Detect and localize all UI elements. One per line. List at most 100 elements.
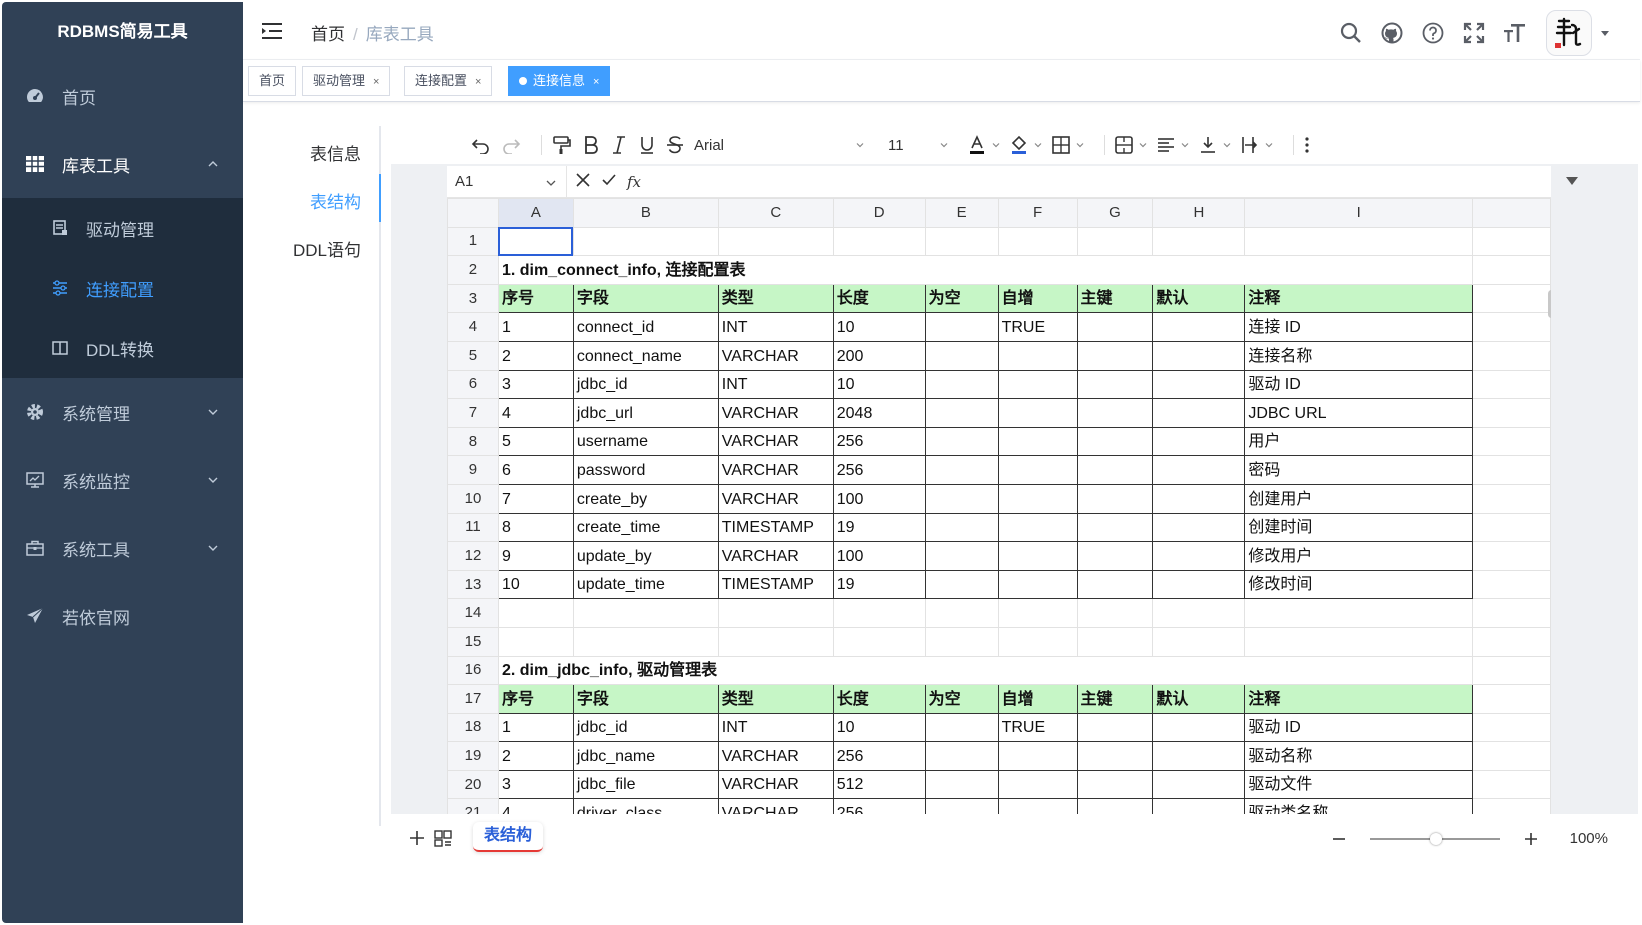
data-cell[interactable]: 7 [497, 483, 574, 514]
data-cell[interactable] [997, 769, 1078, 800]
font-size-icon[interactable] [1502, 20, 1528, 46]
empty-cell[interactable] [1472, 340, 1551, 371]
column-header[interactable]: I [1244, 198, 1474, 228]
search-icon[interactable] [1338, 20, 1364, 46]
row-header[interactable]: 1 [447, 226, 499, 257]
column-header[interactable]: A [497, 198, 574, 228]
tab-table-structure[interactable]: 表结构 [310, 188, 361, 213]
sidebar-item-system-monitor[interactable]: 系统监控 [2, 446, 243, 514]
data-cell[interactable] [1152, 798, 1246, 814]
data-cell[interactable] [924, 741, 999, 771]
zoom-out-icon[interactable] [1332, 832, 1346, 846]
empty-cell[interactable] [572, 598, 719, 628]
data-cell[interactable]: TRUE [997, 312, 1078, 342]
cancel-icon[interactable] [575, 172, 591, 192]
data-cell[interactable] [1152, 483, 1246, 514]
question-icon[interactable] [1420, 20, 1446, 46]
row-header[interactable]: 11 [447, 512, 499, 543]
data-cell[interactable] [1152, 769, 1246, 800]
data-cell[interactable]: 4 [497, 798, 574, 814]
data-cell[interactable]: 256 [832, 798, 926, 814]
header-cell[interactable]: 注释 [1244, 283, 1474, 314]
vertical-scrollbar[interactable] [1548, 290, 1551, 318]
column-header[interactable]: D [832, 198, 926, 228]
zoom-slider-handle[interactable] [1430, 833, 1442, 845]
sidebar-item-home[interactable]: 首页 [2, 62, 243, 130]
more-options-icon[interactable] [1304, 130, 1310, 160]
row-header[interactable]: 19 [447, 741, 499, 771]
header-cell[interactable]: 字段 [572, 684, 719, 714]
data-cell[interactable]: 3 [497, 369, 574, 400]
data-cell[interactable]: 3 [497, 769, 574, 800]
row-header[interactable]: 20 [447, 769, 499, 800]
strikethrough-icon[interactable] [666, 130, 684, 160]
align-left-icon[interactable] [1157, 130, 1189, 160]
data-cell[interactable]: connect_id [572, 312, 719, 342]
header-cell[interactable]: 默认 [1152, 684, 1246, 714]
data-cell[interactable] [997, 741, 1078, 771]
data-cell[interactable]: 驱动类名称 [1244, 798, 1474, 814]
row-header[interactable]: 12 [447, 541, 499, 571]
row-header[interactable]: 10 [447, 483, 499, 514]
data-cell[interactable] [924, 483, 999, 514]
row-header[interactable]: 15 [447, 626, 499, 657]
empty-cell[interactable] [1152, 626, 1246, 657]
tag-home[interactable]: 首页 [248, 66, 297, 96]
row-header[interactable]: 4 [447, 312, 499, 342]
data-cell[interactable]: update_by [572, 541, 719, 571]
row-header[interactable]: 13 [447, 569, 499, 600]
breadcrumb-home[interactable]: 首页 [311, 25, 345, 44]
column-header[interactable]: E [924, 198, 999, 228]
empty-cell[interactable] [1076, 226, 1154, 257]
data-cell[interactable] [924, 798, 999, 814]
empty-cell[interactable] [1472, 512, 1551, 543]
empty-cell[interactable] [572, 626, 719, 657]
sheet-list-icon[interactable] [433, 828, 453, 848]
column-header[interactable]: B [572, 198, 719, 228]
data-cell[interactable]: 4 [497, 398, 574, 428]
data-cell[interactable]: 驱动名称 [1244, 741, 1474, 771]
data-cell[interactable] [1076, 312, 1154, 342]
data-cell[interactable] [1152, 741, 1246, 771]
column-header[interactable]: H [1152, 198, 1246, 228]
data-cell[interactable]: 驱动 ID [1244, 712, 1474, 743]
merge-cells-icon[interactable] [1115, 130, 1147, 160]
row-header[interactable]: 18 [447, 712, 499, 743]
empty-cell[interactable] [1152, 226, 1246, 257]
empty-cell[interactable] [1472, 741, 1551, 771]
data-cell[interactable]: 2 [497, 340, 574, 371]
data-cell[interactable] [997, 369, 1078, 400]
data-cell[interactable]: 512 [832, 769, 926, 800]
sidebar-item-db-tools[interactable]: 库表工具 [2, 130, 243, 198]
data-cell[interactable]: update_time [572, 569, 719, 600]
header-cell[interactable]: 默认 [1152, 283, 1246, 314]
header-cell[interactable]: 主键 [1076, 283, 1154, 314]
header-cell[interactable]: 注释 [1244, 684, 1474, 714]
data-cell[interactable] [1076, 455, 1154, 485]
data-cell[interactable] [924, 426, 999, 457]
row-header[interactable]: 21 [447, 798, 499, 814]
zoom-slider[interactable] [1370, 833, 1500, 845]
data-cell[interactable] [1076, 541, 1154, 571]
data-cell[interactable]: 1 [497, 712, 574, 743]
data-cell[interactable] [924, 712, 999, 743]
undo-icon[interactable] [471, 130, 491, 160]
data-cell[interactable]: 100 [832, 483, 926, 514]
expand-formula-icon[interactable] [1565, 176, 1579, 186]
data-cell[interactable]: TIMESTAMP [717, 512, 834, 543]
tag-driver-management[interactable]: 驱动管理 × [302, 66, 391, 96]
data-cell[interactable] [1076, 798, 1154, 814]
data-cell[interactable]: 连接 ID [1244, 312, 1474, 342]
data-cell[interactable]: 6 [497, 455, 574, 485]
empty-cell[interactable] [1472, 312, 1551, 342]
section-title-cell[interactable]: 1. dim_connect_info, 连接配置表 [497, 255, 1474, 285]
cell-reference-input[interactable]: A1 [447, 166, 567, 198]
column-header[interactable]: F [997, 198, 1078, 228]
data-cell[interactable] [1152, 426, 1246, 457]
row-header[interactable]: 7 [447, 398, 499, 428]
empty-cell[interactable] [1472, 455, 1551, 485]
data-cell[interactable] [1076, 340, 1154, 371]
data-cell[interactable]: VARCHAR [717, 769, 834, 800]
data-cell[interactable]: TRUE [997, 712, 1078, 743]
empty-cell[interactable] [1076, 626, 1154, 657]
